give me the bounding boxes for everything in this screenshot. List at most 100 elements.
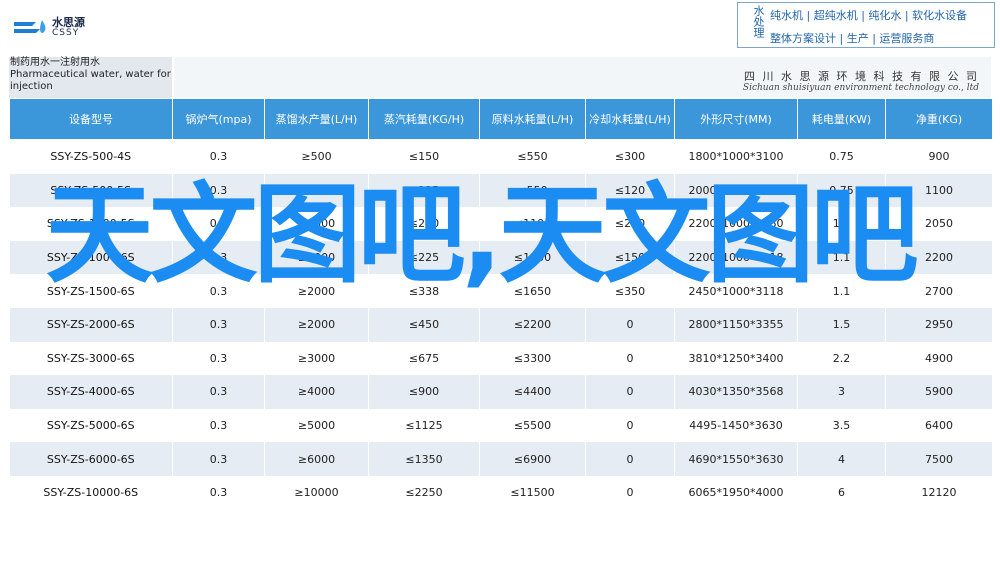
table-cell: ≤125 bbox=[368, 173, 480, 208]
table-cell: 4690*1550*3630 bbox=[674, 442, 798, 476]
spec-table: 设备型号 锅炉气(mpa) 蒸馏水产量(L/H) 蒸汽耗量(KG/H) 原料水耗… bbox=[9, 98, 993, 510]
table-row: SSY-ZS-10000-6S 0.3 ≥10000 ≤2250 ≤11500 0 6065… bbox=[9, 475, 993, 510]
table-cell: ≥3000 bbox=[264, 341, 369, 376]
logo[interactable]: 水思源 CSSY bbox=[12, 17, 85, 38]
table-cell-model: SSY-ZS-4000-6S bbox=[9, 375, 173, 409]
product-title-en-1: Pharmaceutical water, water for bbox=[10, 69, 171, 80]
logo-drop-icon bbox=[14, 19, 46, 33]
table-cell: 0.3 bbox=[172, 173, 265, 208]
table-cell: 12120 bbox=[885, 475, 993, 510]
table-cell: ≤675 bbox=[368, 341, 480, 376]
table-cell: 2450*1000*3118 bbox=[674, 274, 798, 308]
table-cell: 1800*1000*3100 bbox=[674, 139, 798, 174]
table-row: SSY-ZS-500-5S 0.3 ≥500 ≤125 ≤550 ≤120 2000*100… bbox=[9, 173, 993, 208]
table-cell: 900 bbox=[885, 139, 993, 174]
table-cell: 3 bbox=[797, 375, 886, 409]
table-cell: ≥1000 bbox=[264, 240, 369, 275]
table-cell: 3810*1250*3400 bbox=[674, 341, 798, 376]
table-row: SSY-ZS-2000-6S 0.3 ≥2000 ≤450 ≤2200 0 2800*115… bbox=[9, 307, 993, 342]
col-header-cooling-water: 冷却水耗量(L/H) bbox=[585, 98, 675, 140]
table-cell: 1.1 bbox=[797, 240, 886, 275]
table-cell: ≤225 bbox=[368, 240, 480, 275]
table-row: SSY-ZS-1000-6S 0.3 ≥1000 ≤225 ≤1100 ≤150 2200*… bbox=[9, 240, 993, 275]
table-cell: 0 bbox=[585, 341, 675, 376]
table-cell: 4 bbox=[797, 442, 886, 476]
col-header-dimensions: 外形尺寸(MM) bbox=[674, 98, 798, 140]
table-cell: ≤150 bbox=[368, 139, 480, 174]
table-cell: 1.1 bbox=[797, 207, 886, 241]
table-cell: 0.3 bbox=[172, 375, 265, 409]
table-cell: ≤5500 bbox=[479, 408, 586, 443]
table-cell: 2200 bbox=[885, 240, 993, 275]
table-cell-model: SSY-ZS-10000-6S bbox=[9, 475, 173, 510]
table-row: SSY-ZS-1000-5S 0.3 ≥1000 ≤250 ≤1100 ≤240 2200*… bbox=[9, 207, 993, 241]
table-cell: ≥500 bbox=[264, 139, 369, 174]
product-title: 制药用水一注射用水 Pharmaceutical water, water fo… bbox=[9, 57, 172, 98]
table-cell: 0.3 bbox=[172, 475, 265, 510]
table-row: SSY-ZS-4000-6S 0.3 ≥4000 ≤900 ≤4400 0 4030*135… bbox=[9, 375, 993, 409]
table-cell: 4900 bbox=[885, 341, 993, 376]
table-cell: ≤900 bbox=[368, 375, 480, 409]
table-cell: ≤550 bbox=[479, 173, 586, 208]
table-cell: ≤1100 bbox=[479, 207, 586, 241]
table-cell-model: SSY-ZS-6000-6S bbox=[9, 442, 173, 476]
tagline-services: 整体方案设计 | 生产 | 运营服务商 bbox=[770, 32, 935, 45]
brand-vertical: 水处理 bbox=[752, 5, 765, 38]
table-cell: 2200*1000*3380 bbox=[674, 207, 798, 241]
table-cell: 0.3 bbox=[172, 207, 265, 241]
table-cell: 0 bbox=[585, 375, 675, 409]
table-cell: 2200*1000*3118 bbox=[674, 240, 798, 275]
col-header-pressure: 锅炉气(mpa) bbox=[172, 98, 265, 140]
company-name-cn: 四 川 水 思 源 环 境 科 技 有 限 公 司 bbox=[744, 70, 979, 83]
table-cell: ≥6000 bbox=[264, 442, 369, 476]
table-cell: ≤250 bbox=[368, 207, 480, 241]
table-cell: ≥500 bbox=[264, 173, 369, 208]
product-title-cn: 制药用水一注射用水 bbox=[10, 57, 100, 68]
table-cell: 2950 bbox=[885, 307, 993, 342]
table-cell: ≤3300 bbox=[479, 341, 586, 376]
table-cell: ≤120 bbox=[585, 173, 675, 208]
logo-cn: 水思源 bbox=[52, 16, 85, 29]
table-cell: 2000*1000*3100 bbox=[674, 173, 798, 208]
table-cell: ≤240 bbox=[585, 207, 675, 241]
table-cell: ≤2250 bbox=[368, 475, 480, 510]
table-cell: 1.5 bbox=[797, 307, 886, 342]
col-header-steam: 蒸汽耗量(KG/H) bbox=[368, 98, 480, 140]
table-cell: 2.2 bbox=[797, 341, 886, 376]
table-cell: ≤6900 bbox=[479, 442, 586, 476]
tagline-products: 纯水机 | 超纯水机 | 纯化水 | 软化水设备 bbox=[770, 9, 968, 22]
table-cell: 0 bbox=[585, 475, 675, 510]
table-row: SSY-ZS-3000-6S 0.3 ≥3000 ≤675 ≤3300 0 3810*125… bbox=[9, 341, 993, 376]
table-cell: ≥2000 bbox=[264, 307, 369, 342]
col-header-model: 设备型号 bbox=[9, 98, 173, 140]
product-title-en-2: injection bbox=[10, 81, 53, 92]
table-cell: 0.3 bbox=[172, 274, 265, 308]
col-header-raw-water: 原料水耗量(L/H) bbox=[479, 98, 586, 140]
col-header-weight: 净重(KG) bbox=[885, 98, 993, 140]
header-tagline-box: 水处理 纯水机 | 超纯水机 | 纯化水 | 软化水设备 整体方案设计 | 生产… bbox=[737, 2, 995, 48]
table-row: SSY-ZS-5000-6S 0.3 ≥5000 ≤1125 ≤5500 0 4495-14… bbox=[9, 408, 993, 443]
table-cell: 2700 bbox=[885, 274, 993, 308]
table-cell: 0.3 bbox=[172, 341, 265, 376]
top-header: 水思源 CSSY 水处理 纯水机 | 超纯水机 | 纯化水 | 软化水设备 整体… bbox=[0, 0, 1000, 56]
table-cell: 3.5 bbox=[797, 408, 886, 443]
table-cell: 1.1 bbox=[797, 274, 886, 308]
table-cell: ≤350 bbox=[585, 274, 675, 308]
table-cell: ≤1650 bbox=[479, 274, 586, 308]
table-cell: ≤300 bbox=[585, 139, 675, 174]
table-cell: 5900 bbox=[885, 375, 993, 409]
table-cell-model: SSY-ZS-2000-6S bbox=[9, 307, 173, 342]
table-cell: 4030*1350*3568 bbox=[674, 375, 798, 409]
table-cell: 0.3 bbox=[172, 408, 265, 443]
table-cell: 0 bbox=[585, 408, 675, 443]
table-cell: 1100 bbox=[885, 173, 993, 208]
table-cell: ≤1125 bbox=[368, 408, 480, 443]
col-header-power: 耗电量(KW) bbox=[797, 98, 886, 140]
table-body: SSY-ZS-500-4S 0.3 ≥500 ≤150 ≤550 ≤300 1800*100… bbox=[9, 139, 993, 510]
table-cell-model: SSY-ZS-1500-6S bbox=[9, 274, 173, 308]
table-cell-model: SSY-ZS-1000-6S bbox=[9, 240, 173, 275]
table-cell: ≥1000 bbox=[264, 207, 369, 241]
table-cell: 0.75 bbox=[797, 173, 886, 208]
table-cell: ≤1100 bbox=[479, 240, 586, 275]
table-cell: 0 bbox=[585, 307, 675, 342]
